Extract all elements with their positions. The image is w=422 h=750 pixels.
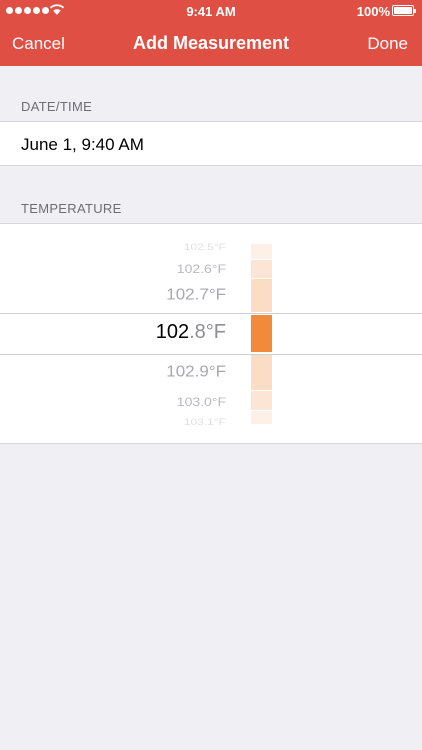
picker-value-whole: 103 <box>183 416 204 428</box>
done-button[interactable]: Done <box>367 34 408 54</box>
picker-value-whole: 102 <box>166 285 195 304</box>
picker-selection-top-line <box>0 313 422 314</box>
picker-value-decimal: .6 <box>200 262 212 276</box>
temperature-indicator-segment <box>251 279 272 312</box>
battery-icon <box>392 5 416 16</box>
picker-value[interactable]: 102.5°F <box>70 242 230 253</box>
page-title: Add Measurement <box>132 33 290 53</box>
temperature-indicator-segment <box>251 260 272 278</box>
picker-value-decimal: .0 <box>200 395 212 409</box>
picker-value[interactable]: 103.1°F <box>70 417 230 428</box>
temperature-indicator-segment <box>251 411 272 424</box>
picker-value-decimal: .5 <box>203 241 214 253</box>
temperature-indicator-segment <box>251 391 272 410</box>
datetime-section-header: DATE/TIME <box>21 99 93 114</box>
picker-value-whole: 103 <box>176 395 201 409</box>
picker-value-unit: °F <box>213 241 226 253</box>
temperature-section-header: TEMPERATURE <box>21 201 122 216</box>
picker-value[interactable]: 102.9°F <box>70 363 230 381</box>
status-bar: 9:41 AM 100% <box>0 0 422 22</box>
picker-value-whole: 102 <box>166 362 195 381</box>
temperature-indicator-segment <box>251 244 272 259</box>
picker-selected-value[interactable]: 102.8°F <box>70 321 230 344</box>
temperature-indicator-selected <box>251 315 272 352</box>
picker-value-decimal: .8 <box>189 321 206 343</box>
picker-value-decimal: .9 <box>194 362 209 381</box>
picker-value-unit: °F <box>205 321 226 343</box>
picker-value[interactable]: 102.6°F <box>70 262 230 275</box>
picker-value-unit: °F <box>211 395 226 409</box>
picker-value-whole: 102 <box>183 241 204 253</box>
temperature-picker[interactable]: 102.5°F 102.6°F 102.7°F 102.8°F 102.9°F 103.0… <box>0 223 422 444</box>
picker-value-decimal: .7 <box>194 285 209 304</box>
picker-value-unit: °F <box>208 362 226 381</box>
picker-value[interactable]: 103.0°F <box>70 395 230 408</box>
picker-value-unit: °F <box>211 262 226 276</box>
picker-selection-bottom-line <box>0 354 422 355</box>
picker-value-decimal: .1 <box>203 416 214 428</box>
datetime-value: June 1, 9:40 AM <box>21 135 144 154</box>
battery-percent: 100% <box>356 4 390 19</box>
header: 9:41 AM 100% Cancel Add Measurement Done <box>0 0 422 66</box>
datetime-row[interactable]: June 1, 9:40 AM <box>0 121 422 166</box>
temperature-indicator-segment <box>251 355 272 390</box>
picker-value[interactable]: 102.7°F <box>70 286 230 304</box>
picker-value-whole: 102 <box>176 262 201 276</box>
picker-value-unit: °F <box>208 285 226 304</box>
picker-value-unit: °F <box>213 416 226 428</box>
picker-value-whole: 102 <box>155 321 190 343</box>
